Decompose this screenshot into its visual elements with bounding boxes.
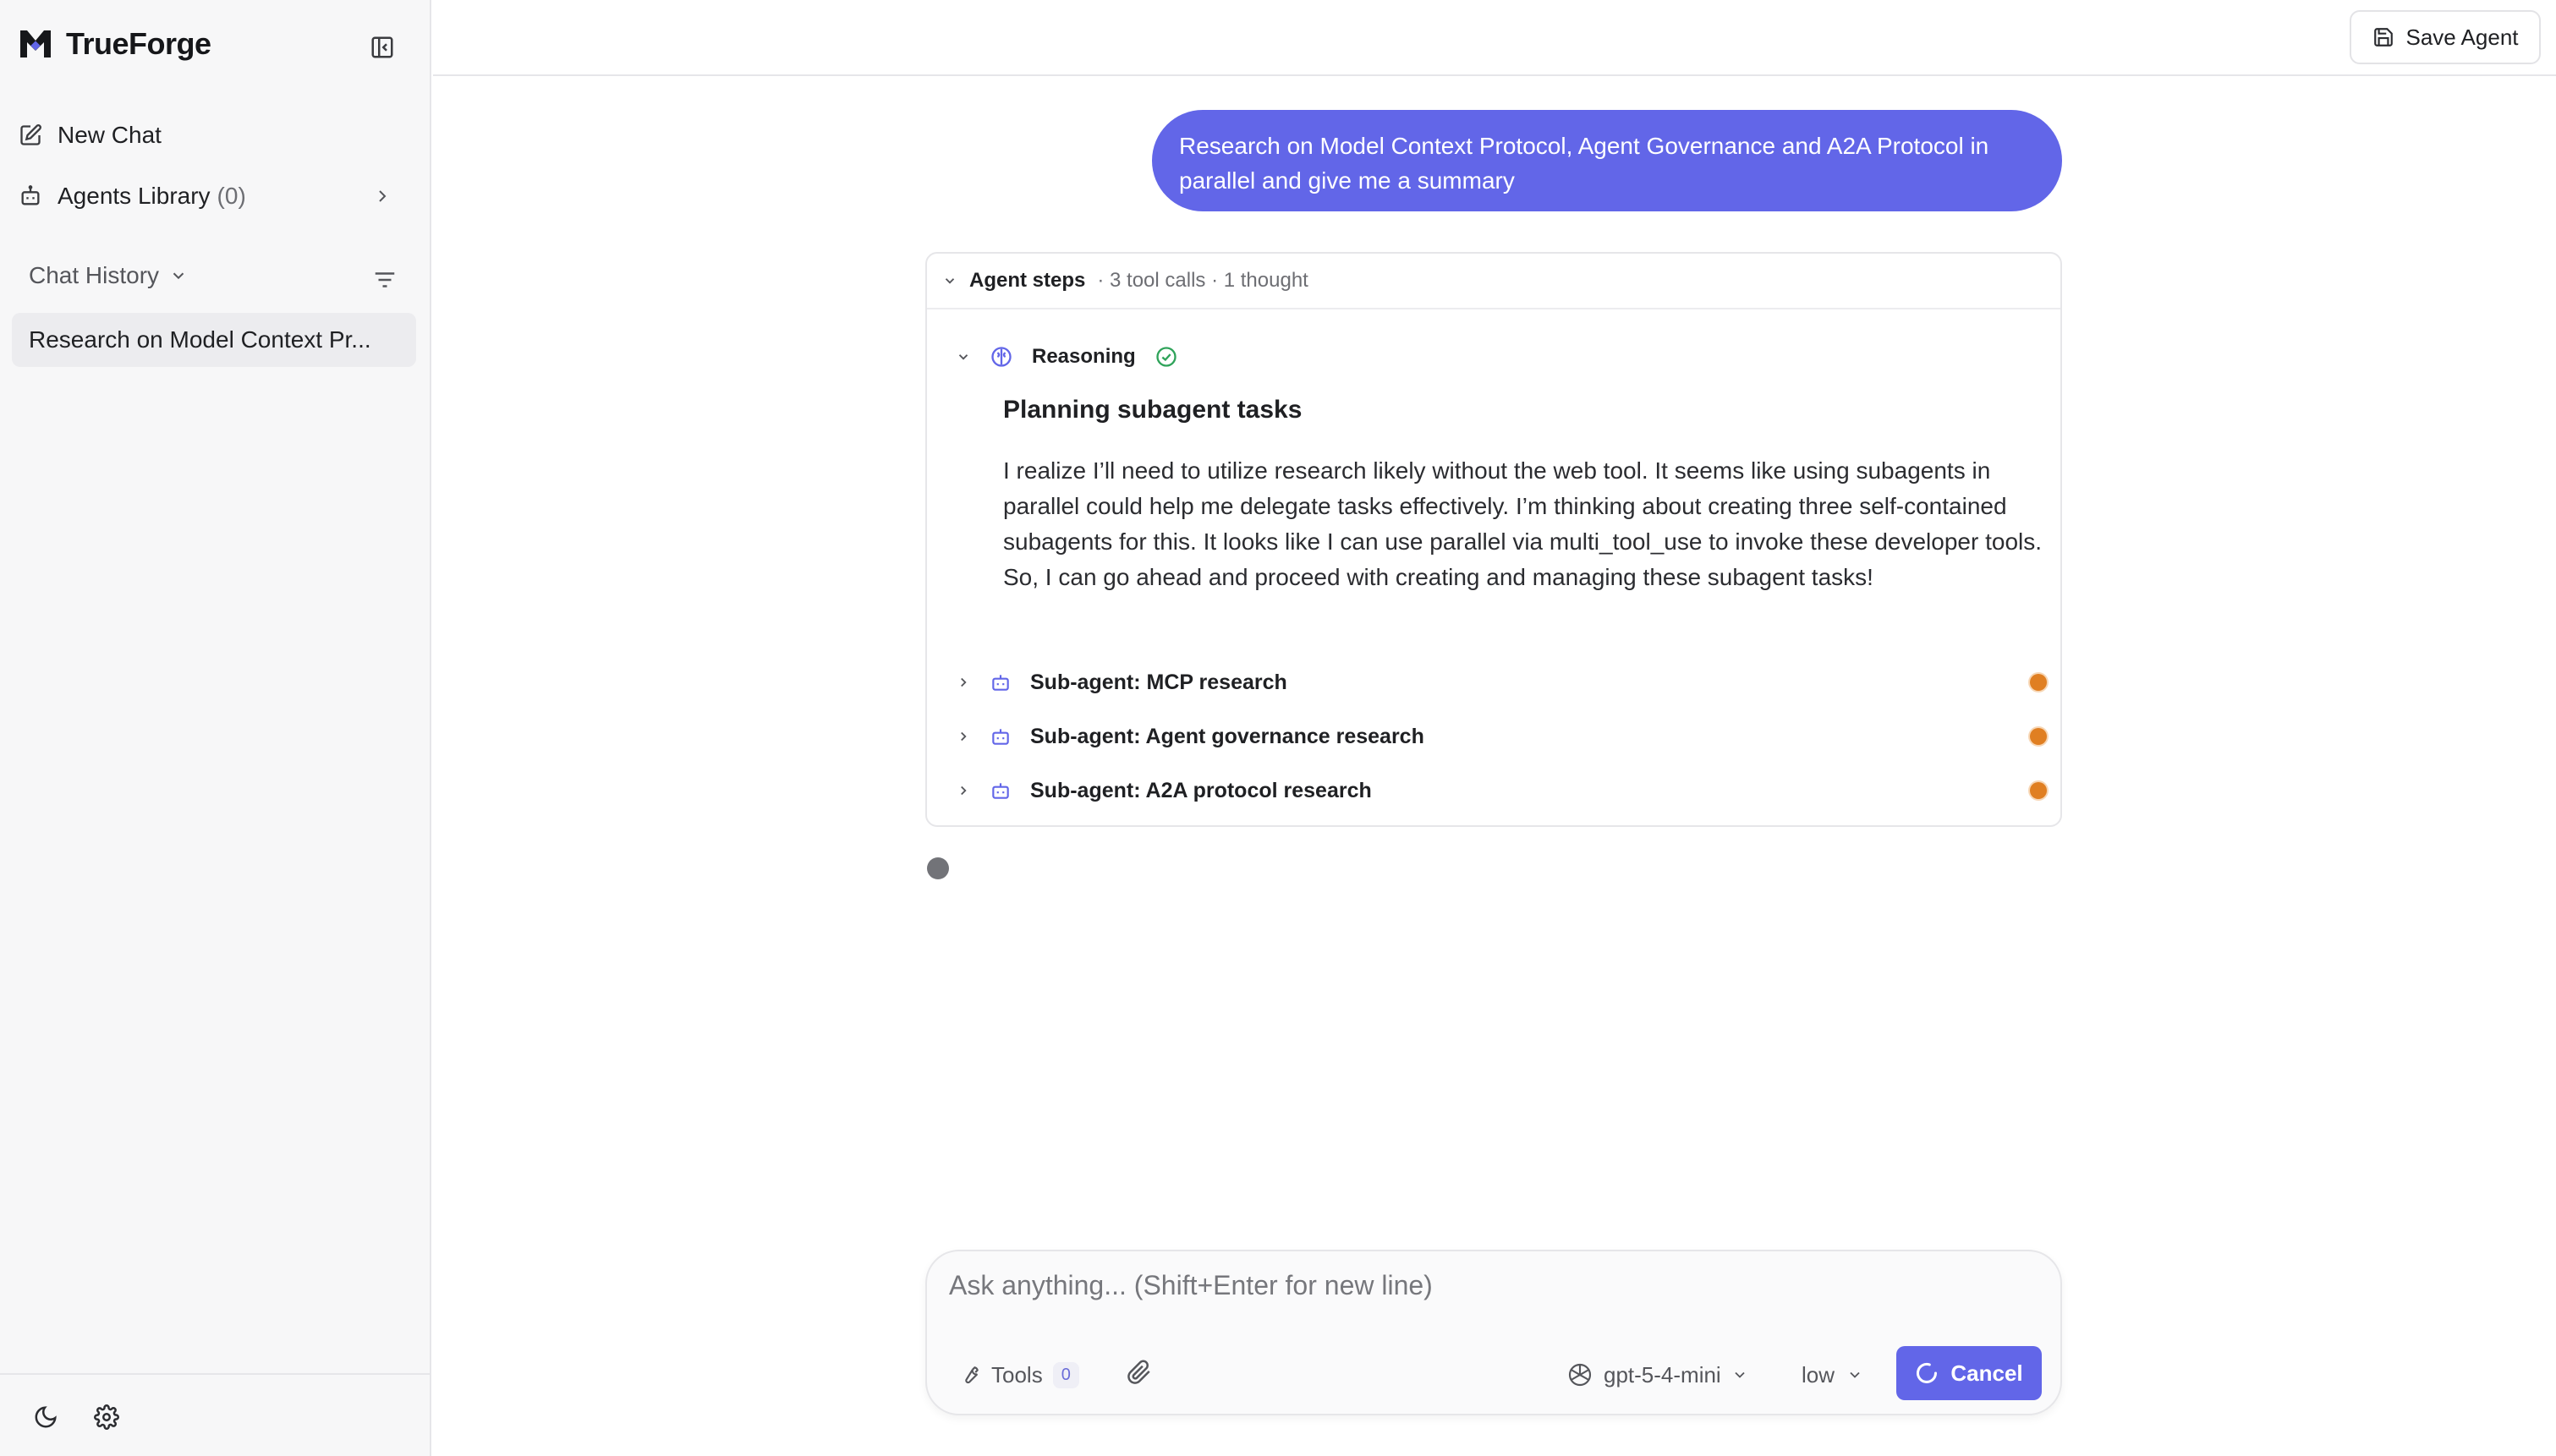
bot-icon	[992, 783, 1009, 799]
composer: Tools 0 gpt-5-4-mini low Cancel	[925, 1250, 2062, 1415]
chevron-down-icon	[1735, 1371, 1745, 1378]
model-label: gpt-5-4-mini	[1604, 1361, 1721, 1388]
running-status-dot	[2030, 782, 2047, 799]
chevron-right-icon	[961, 785, 967, 796]
loading-spinner-icon	[1917, 1362, 1938, 1383]
chat-history-toggle[interactable]: Chat History	[29, 262, 401, 289]
brand-name: TrueForge	[66, 26, 211, 61]
effort-label: low	[1802, 1361, 1835, 1388]
sidebar: TrueForge New Chat Agents Library (0) Cha…	[0, 0, 431, 1456]
tools-button[interactable]: Tools 0	[959, 1356, 1079, 1393]
running-status-dot	[2030, 728, 2047, 745]
reasoning-text: I realize I’ll need to utilize research …	[1003, 457, 2043, 590]
save-agent-button[interactable]: Save Agent	[2350, 10, 2541, 64]
brain-icon	[991, 347, 1012, 367]
tools-count-badge: 0	[1052, 1361, 1079, 1388]
subagent-label: Sub-agent: MCP research	[1030, 670, 1287, 694]
running-status-dot	[2030, 674, 2047, 691]
reasoning-title: Planning subagent tasks	[1003, 396, 1303, 424]
cancel-button[interactable]: Cancel	[1896, 1346, 2042, 1400]
check-circle-icon	[1156, 347, 1177, 367]
edit-icon	[20, 124, 41, 145]
subagent-agent-governance-research[interactable]: Sub-agent: Agent governance research	[956, 717, 2047, 756]
message-input[interactable]	[949, 1270, 2040, 1314]
top-bar: Save Agent	[433, 0, 2556, 76]
subagent-label: Sub-agent: A2A protocol research	[1030, 778, 1372, 802]
settings-button[interactable]	[90, 1400, 123, 1434]
agent-steps-panel: Agent steps · 3 tool calls · 1 thought R…	[925, 252, 2062, 827]
subagent-mcp-research[interactable]: Sub-agent: MCP research	[956, 663, 2047, 702]
chevron-down-icon	[945, 278, 955, 284]
brand[interactable]: TrueForge	[17, 25, 211, 63]
collapse-sidebar-button[interactable]	[367, 32, 398, 63]
chevron-down-icon	[1850, 1371, 1860, 1378]
cancel-label: Cancel	[1950, 1360, 2023, 1386]
tools-label: Tools	[991, 1361, 1043, 1388]
bot-icon	[21, 185, 40, 205]
typing-indicator	[927, 857, 949, 879]
filter-icon	[375, 272, 395, 287]
user-message: Research on Model Context Protocol, Agen…	[1152, 110, 2062, 211]
agent-steps-meta: · 3 tool calls · 1 thought	[1097, 269, 1308, 292]
agent-steps-title: Agent steps	[969, 269, 1086, 292]
chevron-down-icon	[173, 272, 184, 280]
chevron-down-icon	[958, 354, 968, 360]
moon-icon	[35, 1406, 57, 1428]
reasoning-toggle[interactable]: Reasoning	[956, 345, 1178, 369]
attach-file-button[interactable]	[1127, 1360, 1152, 1389]
agents-library-button[interactable]: Agents Library (0)	[19, 172, 409, 220]
model-select[interactable]: gpt-5-4-mini	[1566, 1356, 1748, 1393]
chat-history-label: Chat History	[29, 262, 160, 288]
trueforge-logo-icon	[20, 30, 51, 57]
subagent-a2a-protocol-research[interactable]: Sub-agent: A2A protocol research	[956, 771, 2047, 810]
chevron-right-icon	[961, 677, 967, 687]
bot-icon	[992, 729, 1009, 745]
chevron-right-icon	[379, 190, 387, 202]
gear-icon	[94, 1404, 119, 1430]
sidebar-toggle-icon	[371, 36, 393, 58]
chat-history-item[interactable]: Research on Model Context Pr...	[12, 313, 416, 367]
paperclip-icon	[1127, 1360, 1150, 1384]
reasoning-label: Reasoning	[1032, 345, 1136, 368]
chevron-right-icon	[961, 731, 967, 742]
new-chat-button[interactable]: New Chat	[19, 112, 409, 159]
sidebar-footer	[0, 1373, 430, 1456]
save-icon	[2373, 28, 2393, 47]
subagent-label: Sub-agent: Agent governance research	[1030, 724, 1424, 748]
wrench-icon	[965, 1366, 979, 1384]
agents-library-label: Agents Library (0)	[58, 183, 246, 209]
bot-icon	[992, 675, 1009, 691]
agents-library-count: (0)	[217, 183, 246, 209]
agent-steps-toggle[interactable]: Agent steps · 3 tool calls · 1 thought	[927, 254, 2060, 309]
reasoning-effort-select[interactable]: low	[1802, 1356, 1863, 1393]
theme-toggle-button[interactable]	[29, 1400, 63, 1434]
history-filter-button[interactable]	[372, 267, 398, 297]
save-agent-label: Save Agent	[2405, 24, 2519, 50]
new-chat-label: New Chat	[58, 122, 162, 148]
openai-icon	[1568, 1363, 1592, 1387]
